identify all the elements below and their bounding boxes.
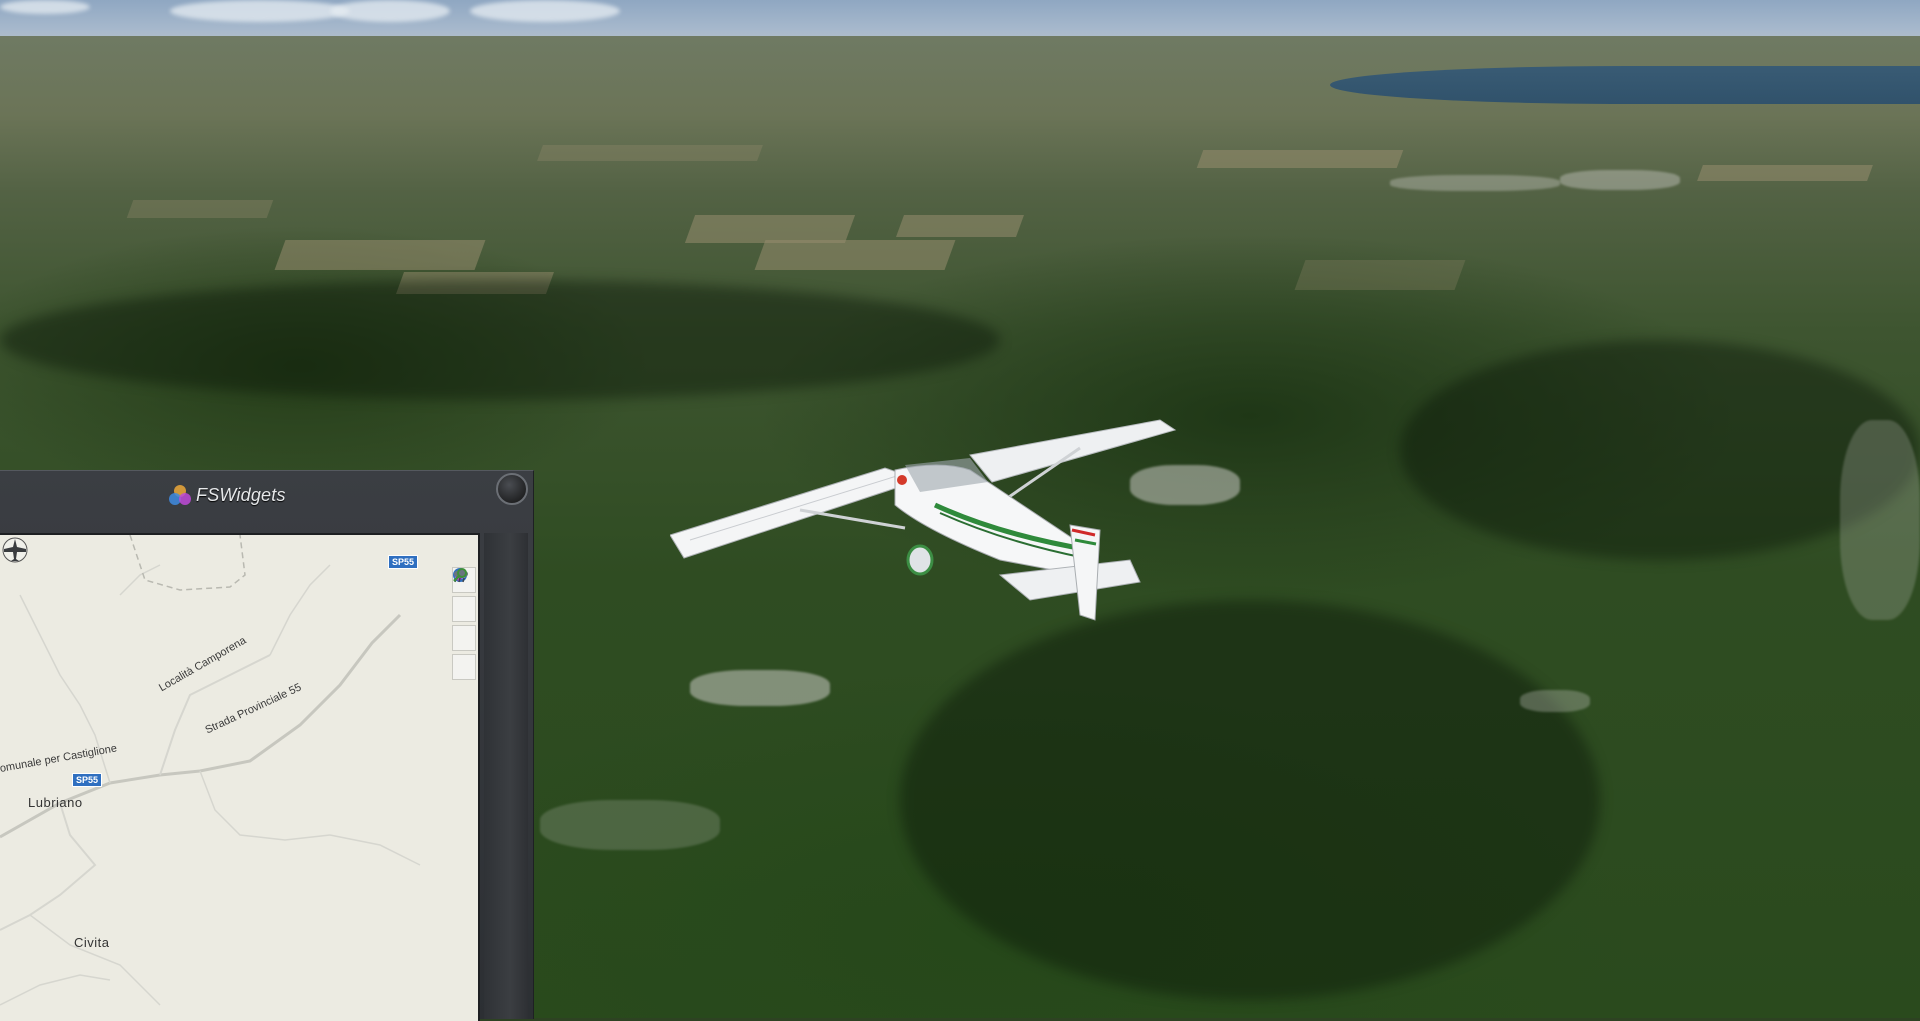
panel-frame	[484, 533, 528, 1019]
aircraft	[670, 419, 1177, 621]
map-toolbar	[452, 567, 476, 680]
weather-icon[interactable]	[452, 570, 476, 651]
widget-header: FSWidgets	[0, 471, 533, 529]
road-shield-left: SP55	[72, 773, 103, 787]
road-shield-top: SP55	[388, 555, 419, 569]
town-label-civita: Civita	[74, 935, 110, 950]
brand-name: FSWidgets	[196, 484, 286, 505]
eraser-icon[interactable]	[452, 569, 476, 622]
town-label-lubriano: Lubriano	[28, 795, 83, 810]
close-icon[interactable]	[496, 473, 528, 505]
fswidgets-logo-icon	[169, 485, 191, 505]
brand: FSWidgets	[168, 484, 286, 506]
lake	[1330, 66, 1920, 104]
map-view[interactable]: SP55 Località Camporena Strada Provincia…	[0, 533, 480, 1021]
search-icon[interactable]	[452, 568, 476, 680]
fswidgets-panel: FSWidgets SP55 Località Camporena Strada…	[0, 470, 534, 1021]
aircraft-icon	[2, 537, 28, 563]
